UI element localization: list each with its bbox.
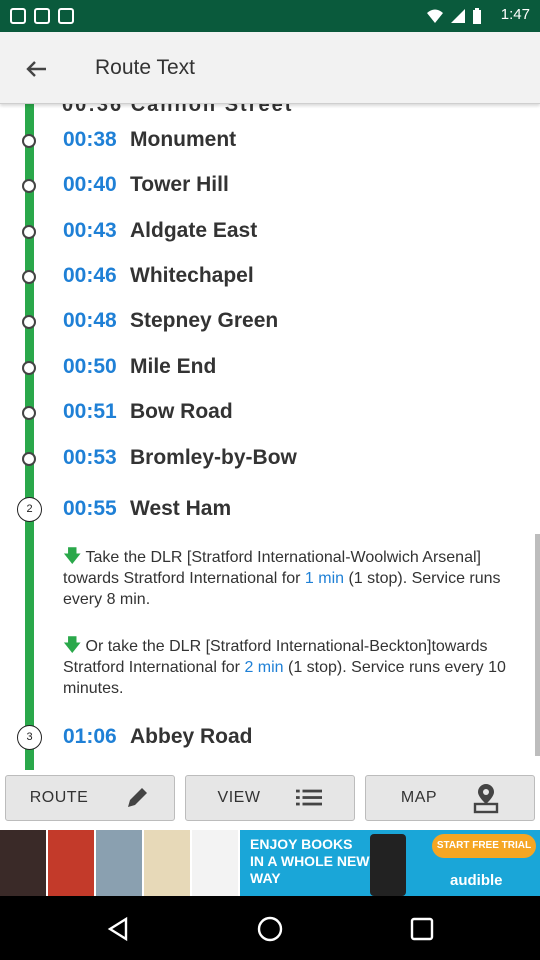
square-recents-icon — [410, 917, 434, 941]
stop-item: 00:50 Mile End — [0, 353, 540, 383]
book-cover — [144, 830, 192, 896]
route-line — [25, 104, 34, 770]
system-icons — [426, 8, 482, 24]
stop-time: 00:46 — [63, 264, 117, 287]
stop-time: 00:50 — [63, 355, 117, 378]
stop-marker — [22, 270, 36, 284]
stop-name: Aldgate East — [130, 219, 258, 242]
book-cover — [48, 830, 96, 896]
stop-time: 00:51 — [63, 400, 117, 423]
change-stop: 2 00:55 West Ham — [0, 495, 540, 525]
back-nav-button[interactable] — [103, 914, 133, 944]
change-stop: 3 01:06 Abbey Road — [0, 723, 540, 753]
notification-icon — [58, 8, 74, 24]
stop-marker — [22, 134, 36, 148]
route-instruction: 🡇 Or take the DLR [Stratford Internationa… — [63, 635, 539, 699]
book-cover — [0, 830, 48, 896]
notification-icon — [34, 8, 50, 24]
scrollbar[interactable] — [535, 534, 540, 756]
wifi-icon — [427, 9, 443, 23]
home-nav-button[interactable] — [255, 914, 285, 944]
stop-item: 00:53 Bromley-by-Bow — [0, 444, 540, 474]
stop-time: 00:38 — [63, 128, 117, 151]
instruction-duration: 1 min — [304, 570, 345, 587]
stop-name: Abbey Road — [130, 725, 253, 748]
stop-time: 00:55 — [63, 497, 117, 520]
signal-icon — [451, 9, 465, 23]
phone-image — [370, 834, 406, 896]
stop-name: Whitechapel — [130, 264, 254, 287]
stop-name: Stepney Green — [130, 309, 279, 332]
stop-name: West Ham — [130, 497, 232, 520]
stop-marker — [22, 315, 36, 329]
arrow-down-icon: 🡇 — [63, 546, 82, 566]
route-button-label: ROUTE — [29, 789, 89, 806]
ad-headline: ENJOY BOOKS IN A WHOLE NEW WAY — [250, 836, 370, 886]
stop-item: 00:51 Bow Road — [0, 398, 540, 428]
status-bar: 1:47 — [0, 0, 540, 32]
stop-item: 00:43 Aldgate East — [0, 217, 540, 247]
app-bar: Route Text — [0, 32, 540, 104]
map-button-label: MAP — [400, 789, 438, 806]
stop-item: 00:48 Stepney Green — [0, 307, 540, 337]
stop-time: 00:40 — [63, 173, 117, 196]
start-trial-button[interactable]: START FREE TRIAL — [432, 834, 536, 858]
stop-name: Tower Hill — [130, 173, 229, 196]
stop-item: 00:38 Monument — [0, 126, 540, 156]
bottom-toolbar: ROUTE VIEW MAP — [0, 770, 540, 830]
ad-brand-logo: audible — [450, 872, 503, 889]
view-button-label: VIEW — [217, 789, 261, 806]
list-icon — [296, 785, 323, 811]
page-title: Route Text — [95, 56, 196, 79]
battery-icon — [473, 8, 481, 24]
stop-time: 00:48 — [63, 309, 117, 332]
arrow-left-icon — [26, 61, 46, 77]
stop-time: 00:43 — [63, 219, 117, 242]
route-instruction: 🡇 Take the DLR [Stratford International-W… — [63, 546, 539, 610]
map-pin-icon — [473, 784, 499, 814]
pencil-icon — [124, 785, 150, 811]
triangle-back-icon — [107, 916, 128, 942]
map-button[interactable]: MAP — [365, 775, 535, 821]
back-button[interactable] — [18, 54, 54, 84]
stop-marker — [22, 452, 36, 466]
stop-name: Mile End — [130, 355, 217, 378]
stop-name: Monument — [130, 128, 237, 151]
stop-item: 00:46 Whitechapel — [0, 262, 540, 292]
book-cover — [96, 830, 144, 896]
notification-icons — [10, 8, 74, 24]
instruction-duration: 2 min — [244, 659, 284, 676]
route-list[interactable]: 00:36 Cannon Street 00:38 Monument 00:40… — [0, 104, 540, 770]
stop-time: 01:06 — [63, 725, 117, 748]
recents-nav-button[interactable] — [407, 914, 437, 944]
arrow-down-icon: 🡇 — [63, 635, 82, 655]
change-number-badge: 2 — [17, 497, 42, 522]
stop-item: 00:40 Tower Hill — [0, 171, 540, 201]
ad-banner[interactable]: ENJOY BOOKS IN A WHOLE NEW WAY START FRE… — [0, 830, 540, 896]
clock: 1:47 — [500, 6, 530, 23]
view-button[interactable]: VIEW — [185, 775, 355, 821]
stop-marker — [22, 406, 36, 420]
stop-name: Bromley-by-Bow — [130, 446, 297, 469]
stop-marker — [22, 179, 36, 193]
stop-marker — [22, 361, 36, 375]
route-button[interactable]: ROUTE — [5, 775, 175, 821]
circle-home-icon — [257, 916, 283, 942]
stop-marker — [22, 225, 36, 239]
ad-book-covers — [0, 830, 240, 896]
book-cover — [192, 830, 240, 896]
system-nav-bar — [0, 896, 540, 960]
notification-icon — [10, 8, 26, 24]
partial-stop: 00:36 Cannon Street — [62, 104, 294, 116]
stop-name: Bow Road — [130, 400, 233, 423]
stop-time: 00:53 — [63, 446, 117, 469]
change-number-badge: 3 — [17, 725, 42, 750]
